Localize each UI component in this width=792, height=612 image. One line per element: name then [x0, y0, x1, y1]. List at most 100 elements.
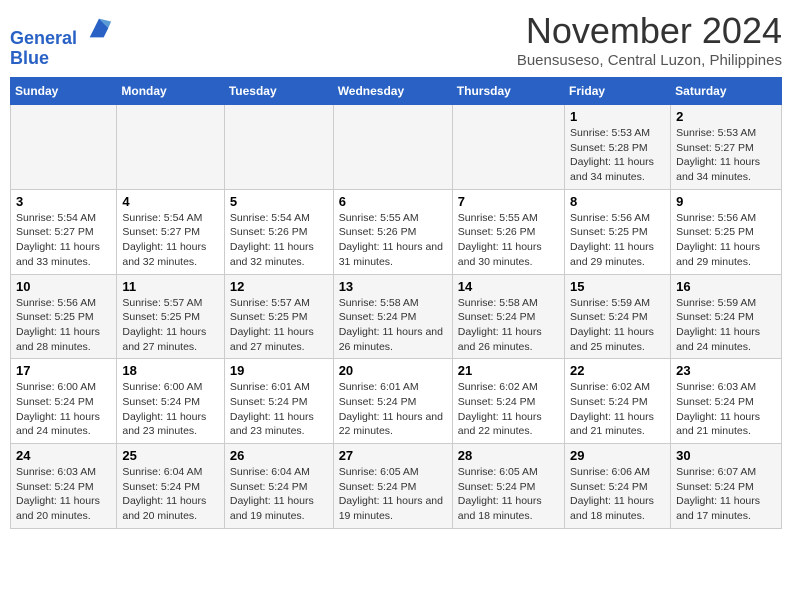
calendar-cell: 25Sunrise: 6:04 AMSunset: 5:24 PMDayligh…: [117, 444, 224, 529]
day-number: 1: [570, 109, 665, 124]
day-info: Sunrise: 5:55 AMSunset: 5:26 PMDaylight:…: [458, 211, 559, 270]
logo-blue-text: Blue: [10, 49, 113, 69]
day-number: 13: [339, 279, 447, 294]
calendar-cell: 3Sunrise: 5:54 AMSunset: 5:27 PMDaylight…: [11, 189, 117, 274]
day-number: 14: [458, 279, 559, 294]
day-number: 4: [122, 194, 218, 209]
calendar-cell: 29Sunrise: 6:06 AMSunset: 5:24 PMDayligh…: [565, 444, 671, 529]
calendar-cell: 20 Sunrise: 6:01 AMSunset: 5:24 PMDayligh…: [333, 359, 452, 444]
calendar-cell: 14 Sunrise: 5:58 AMSunset: 5:24 PMDayligh…: [452, 274, 564, 359]
calendar-cell: 17 Sunrise: 6:00 AMSunset: 5:24 PMDayligh…: [11, 359, 117, 444]
weekday-header-wednesday: Wednesday: [333, 78, 452, 105]
calendar-cell: 22 Sunrise: 6:02 AMSunset: 5:24 PMDayligh…: [565, 359, 671, 444]
calendar-cell: 2Sunrise: 5:53 AMSunset: 5:27 PMDaylight…: [671, 105, 782, 190]
day-number: 28: [458, 448, 559, 463]
weekday-header-tuesday: Tuesday: [224, 78, 333, 105]
logo: General Blue: [10, 16, 113, 69]
day-info: Sunrise: 6:07 AMSunset: 5:24 PMDaylight:…: [676, 465, 776, 524]
day-info: Sunrise: 6:04 AMSunset: 5:24 PMDaylight:…: [230, 465, 328, 524]
weekday-header-saturday: Saturday: [671, 78, 782, 105]
logo-icon: [85, 14, 113, 42]
logo-text: General: [10, 16, 113, 49]
day-info: Sunrise: 5:53 AMSunset: 5:27 PMDaylight:…: [676, 126, 776, 185]
calendar-week-row: 10 Sunrise: 5:56 AMSunset: 5:25 PMDayligh…: [11, 274, 782, 359]
calendar-cell: 27 Sunrise: 6:05 AMSunset: 5:24 PMDayligh…: [333, 444, 452, 529]
calendar-cell: 28 Sunrise: 6:05 AMSunset: 5:24 PMDayligh…: [452, 444, 564, 529]
day-info: Sunrise: 5:59 AMSunset: 5:24 PMDaylight:…: [570, 296, 665, 355]
calendar-cell: [224, 105, 333, 190]
calendar-cell: 11 Sunrise: 5:57 AMSunset: 5:25 PMDayligh…: [117, 274, 224, 359]
day-info: Sunrise: 5:56 AMSunset: 5:25 PMDaylight:…: [676, 211, 776, 270]
weekday-header-thursday: Thursday: [452, 78, 564, 105]
calendar-cell: [333, 105, 452, 190]
calendar-cell: 10 Sunrise: 5:56 AMSunset: 5:25 PMDayligh…: [11, 274, 117, 359]
calendar-cell: 15 Sunrise: 5:59 AMSunset: 5:24 PMDayligh…: [565, 274, 671, 359]
calendar-cell: 30Sunrise: 6:07 AMSunset: 5:24 PMDayligh…: [671, 444, 782, 529]
day-info: Sunrise: 6:01 AMSunset: 5:24 PMDaylight:…: [339, 380, 447, 439]
day-info: Sunrise: 5:58 AMSunset: 5:24 PMDaylight:…: [339, 296, 447, 355]
day-number: 25: [122, 448, 218, 463]
calendar-cell: 13 Sunrise: 5:58 AMSunset: 5:24 PMDayligh…: [333, 274, 452, 359]
day-info: Sunrise: 6:06 AMSunset: 5:24 PMDaylight:…: [570, 465, 665, 524]
day-number: 7: [458, 194, 559, 209]
day-number: 21: [458, 363, 559, 378]
day-number: 22: [570, 363, 665, 378]
day-info: Sunrise: 6:00 AMSunset: 5:24 PMDaylight:…: [122, 380, 218, 439]
day-number: 6: [339, 194, 447, 209]
calendar-cell: 8Sunrise: 5:56 AMSunset: 5:25 PMDaylight…: [565, 189, 671, 274]
day-number: 5: [230, 194, 328, 209]
day-number: 18: [122, 363, 218, 378]
day-info: Sunrise: 5:57 AMSunset: 5:25 PMDaylight:…: [230, 296, 328, 355]
title-block: November 2024 Buensuseso, Central Luzon,…: [517, 10, 782, 69]
day-number: 16: [676, 279, 776, 294]
location: Buensuseso, Central Luzon, Philippines: [517, 52, 782, 69]
weekday-header-row: SundayMondayTuesdayWednesdayThursdayFrid…: [11, 78, 782, 105]
calendar-cell: 23Sunrise: 6:03 AMSunset: 5:24 PMDayligh…: [671, 359, 782, 444]
day-info: Sunrise: 5:53 AMSunset: 5:28 PMDaylight:…: [570, 126, 665, 185]
day-info: Sunrise: 6:02 AMSunset: 5:24 PMDaylight:…: [458, 380, 559, 439]
calendar-cell: 18 Sunrise: 6:00 AMSunset: 5:24 PMDayligh…: [117, 359, 224, 444]
day-number: 15: [570, 279, 665, 294]
day-number: 10: [16, 279, 111, 294]
calendar-cell: 1 Sunrise: 5:53 AMSunset: 5:28 PMDaylight…: [565, 105, 671, 190]
calendar-cell: 21 Sunrise: 6:02 AMSunset: 5:24 PMDayligh…: [452, 359, 564, 444]
day-info: Sunrise: 5:54 AMSunset: 5:27 PMDaylight:…: [16, 211, 111, 270]
calendar-week-row: 1 Sunrise: 5:53 AMSunset: 5:28 PMDaylight…: [11, 105, 782, 190]
calendar-week-row: 3Sunrise: 5:54 AMSunset: 5:27 PMDaylight…: [11, 189, 782, 274]
calendar-cell: 4 Sunrise: 5:54 AMSunset: 5:27 PMDaylight…: [117, 189, 224, 274]
day-number: 17: [16, 363, 111, 378]
calendar-table: SundayMondayTuesdayWednesdayThursdayFrid…: [10, 77, 782, 529]
day-info: Sunrise: 6:00 AMSunset: 5:24 PMDaylight:…: [16, 380, 111, 439]
day-info: Sunrise: 5:57 AMSunset: 5:25 PMDaylight:…: [122, 296, 218, 355]
calendar-week-row: 24Sunrise: 6:03 AMSunset: 5:24 PMDayligh…: [11, 444, 782, 529]
day-number: 26: [230, 448, 328, 463]
month-title: November 2024: [517, 10, 782, 52]
day-info: Sunrise: 6:03 AMSunset: 5:24 PMDaylight:…: [676, 380, 776, 439]
calendar-cell: [452, 105, 564, 190]
calendar-cell: 19Sunrise: 6:01 AMSunset: 5:24 PMDayligh…: [224, 359, 333, 444]
day-number: 11: [122, 279, 218, 294]
weekday-header-sunday: Sunday: [11, 78, 117, 105]
day-info: Sunrise: 6:05 AMSunset: 5:24 PMDaylight:…: [339, 465, 447, 524]
day-info: Sunrise: 6:01 AMSunset: 5:24 PMDaylight:…: [230, 380, 328, 439]
day-info: Sunrise: 5:58 AMSunset: 5:24 PMDaylight:…: [458, 296, 559, 355]
day-number: 27: [339, 448, 447, 463]
calendar-cell: 12 Sunrise: 5:57 AMSunset: 5:25 PMDayligh…: [224, 274, 333, 359]
day-info: Sunrise: 5:54 AMSunset: 5:26 PMDaylight:…: [230, 211, 328, 270]
calendar-cell: 6 Sunrise: 5:55 AMSunset: 5:26 PMDaylight…: [333, 189, 452, 274]
day-number: 12: [230, 279, 328, 294]
weekday-header-friday: Friday: [565, 78, 671, 105]
day-info: Sunrise: 5:54 AMSunset: 5:27 PMDaylight:…: [122, 211, 218, 270]
day-info: Sunrise: 5:55 AMSunset: 5:26 PMDaylight:…: [339, 211, 447, 270]
day-number: 24: [16, 448, 111, 463]
day-info: Sunrise: 6:05 AMSunset: 5:24 PMDaylight:…: [458, 465, 559, 524]
calendar-week-row: 17 Sunrise: 6:00 AMSunset: 5:24 PMDayligh…: [11, 359, 782, 444]
calendar-cell: [117, 105, 224, 190]
day-info: Sunrise: 5:59 AMSunset: 5:24 PMDaylight:…: [676, 296, 776, 355]
day-number: 20: [339, 363, 447, 378]
day-info: Sunrise: 6:02 AMSunset: 5:24 PMDaylight:…: [570, 380, 665, 439]
calendar-cell: 16 Sunrise: 5:59 AMSunset: 5:24 PMDayligh…: [671, 274, 782, 359]
calendar-cell: 26 Sunrise: 6:04 AMSunset: 5:24 PMDayligh…: [224, 444, 333, 529]
day-info: Sunrise: 5:56 AMSunset: 5:25 PMDaylight:…: [570, 211, 665, 270]
day-info: Sunrise: 5:56 AMSunset: 5:25 PMDaylight:…: [16, 296, 111, 355]
